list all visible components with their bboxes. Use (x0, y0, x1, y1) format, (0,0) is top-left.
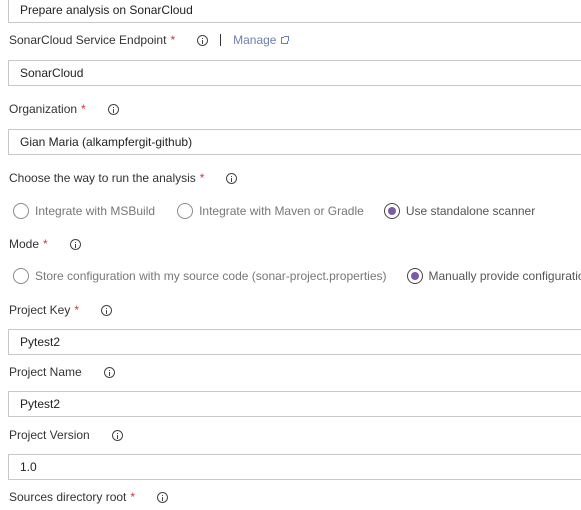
info-icon[interactable] (69, 238, 81, 250)
required-marker: * (81, 102, 86, 116)
info-icon[interactable] (107, 103, 119, 115)
task-configuration-form: Prepare analysis on SonarCloud SonarClou… (0, 0, 581, 510)
mode-radio-group: Store configuration with my source code … (13, 267, 581, 285)
info-icon[interactable] (101, 304, 113, 316)
info-icon[interactable] (111, 429, 123, 441)
manage-link[interactable]: Manage (233, 32, 290, 48)
project-key-label-row: Project Key * (9, 302, 113, 318)
info-icon[interactable] (197, 34, 209, 46)
radio-label: Integrate with MSBuild (35, 204, 156, 218)
required-marker: * (130, 490, 136, 504)
mode-label-row: Mode * (9, 236, 81, 252)
project-version-input[interactable]: 1.0 (8, 454, 581, 480)
info-icon[interactable] (103, 366, 115, 378)
manage-link-label: Manage (233, 33, 277, 47)
radio-option-manual-config[interactable]: Manually provide configuration (406, 268, 581, 284)
organization-select[interactable]: Gian Maria (alkampfergit-github) (8, 129, 581, 155)
project-name-label-row: Project Name (9, 364, 115, 380)
project-version-label-row: Project Version (9, 427, 123, 443)
required-marker: * (43, 237, 48, 251)
project-key-input[interactable]: Pytest2 (8, 329, 581, 355)
radio-button-selected[interactable] (406, 268, 423, 284)
info-icon[interactable] (226, 172, 238, 184)
radio-button[interactable] (177, 203, 194, 219)
radio-label: Integrate with Maven or Gradle (199, 204, 364, 218)
info-icon[interactable] (157, 491, 169, 503)
endpoint-label-row: SonarCloud Service Endpoint * Manage (9, 32, 290, 48)
endpoint-label: SonarCloud Service Endpoint (9, 33, 167, 47)
run-mode-label: Choose the way to run the analysis (9, 171, 196, 185)
radio-button-selected[interactable] (383, 203, 400, 219)
radio-label: Store configuration with my source code … (35, 269, 387, 283)
required-marker: * (170, 33, 176, 47)
project-name-input[interactable]: Pytest2 (8, 391, 581, 417)
radio-label: Use standalone scanner (405, 204, 536, 218)
run-mode-label-row: Choose the way to run the analysis * (9, 170, 238, 186)
radio-button[interactable] (13, 268, 29, 284)
radio-option-maven-gradle[interactable]: Integrate with Maven or Gradle (177, 203, 364, 219)
organization-label: Organization (9, 102, 78, 116)
required-marker: * (74, 303, 80, 317)
radio-option-standalone-scanner[interactable]: Use standalone scanner (383, 203, 536, 219)
external-link-icon (281, 35, 290, 44)
display-name-input[interactable]: Prepare analysis on SonarCloud (8, 0, 581, 23)
mode-label: Mode (9, 237, 40, 251)
radio-option-store-config[interactable]: Store configuration with my source code … (13, 268, 387, 284)
organization-label-row: Organization * (9, 101, 119, 117)
endpoint-select[interactable]: SonarCloud (8, 60, 581, 86)
required-marker: * (199, 171, 205, 185)
radio-label: Manually provide configuration (428, 269, 581, 283)
separator (220, 34, 222, 46)
radio-option-msbuild[interactable]: Integrate with MSBuild (13, 203, 155, 219)
sources-root-label-row: Sources directory root * (9, 489, 169, 505)
project-name-label: Project Name (9, 365, 82, 379)
sources-root-label: Sources directory root (9, 490, 127, 504)
radio-button[interactable] (13, 203, 29, 219)
run-mode-radio-group: Integrate with MSBuild Integrate with Ma… (13, 202, 535, 220)
project-version-label: Project Version (9, 428, 90, 442)
project-key-label: Project Key (9, 303, 71, 317)
